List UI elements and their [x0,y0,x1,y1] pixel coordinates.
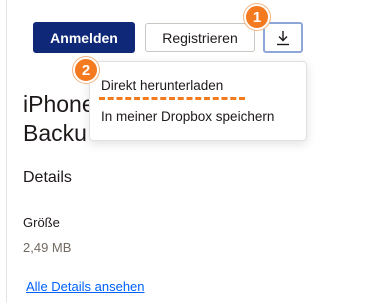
size-value: 2,49 MB [23,240,72,255]
all-details-link[interactable]: Alle Details ansehen [26,279,145,294]
menu-item-save-to-dropbox[interactable]: In meiner Dropbox speichern [101,109,274,124]
download-button[interactable] [263,22,303,53]
page-divider [6,0,7,302]
size-label: Größe [23,215,60,230]
step-badge-1: 1 [244,4,270,30]
download-menu: Direkt herunterladen In meiner Dropbox s… [89,61,307,141]
file-title-line1: iPhone [23,91,95,117]
register-button[interactable]: Registrieren [145,23,255,52]
download-icon [275,30,291,46]
menu-item-direct-download[interactable]: Direkt herunterladen [101,78,223,93]
details-heading: Details [23,169,72,186]
step-badge-2: 2 [73,57,99,83]
annotation-underline [99,97,245,100]
login-button[interactable]: Anmelden [33,22,135,53]
